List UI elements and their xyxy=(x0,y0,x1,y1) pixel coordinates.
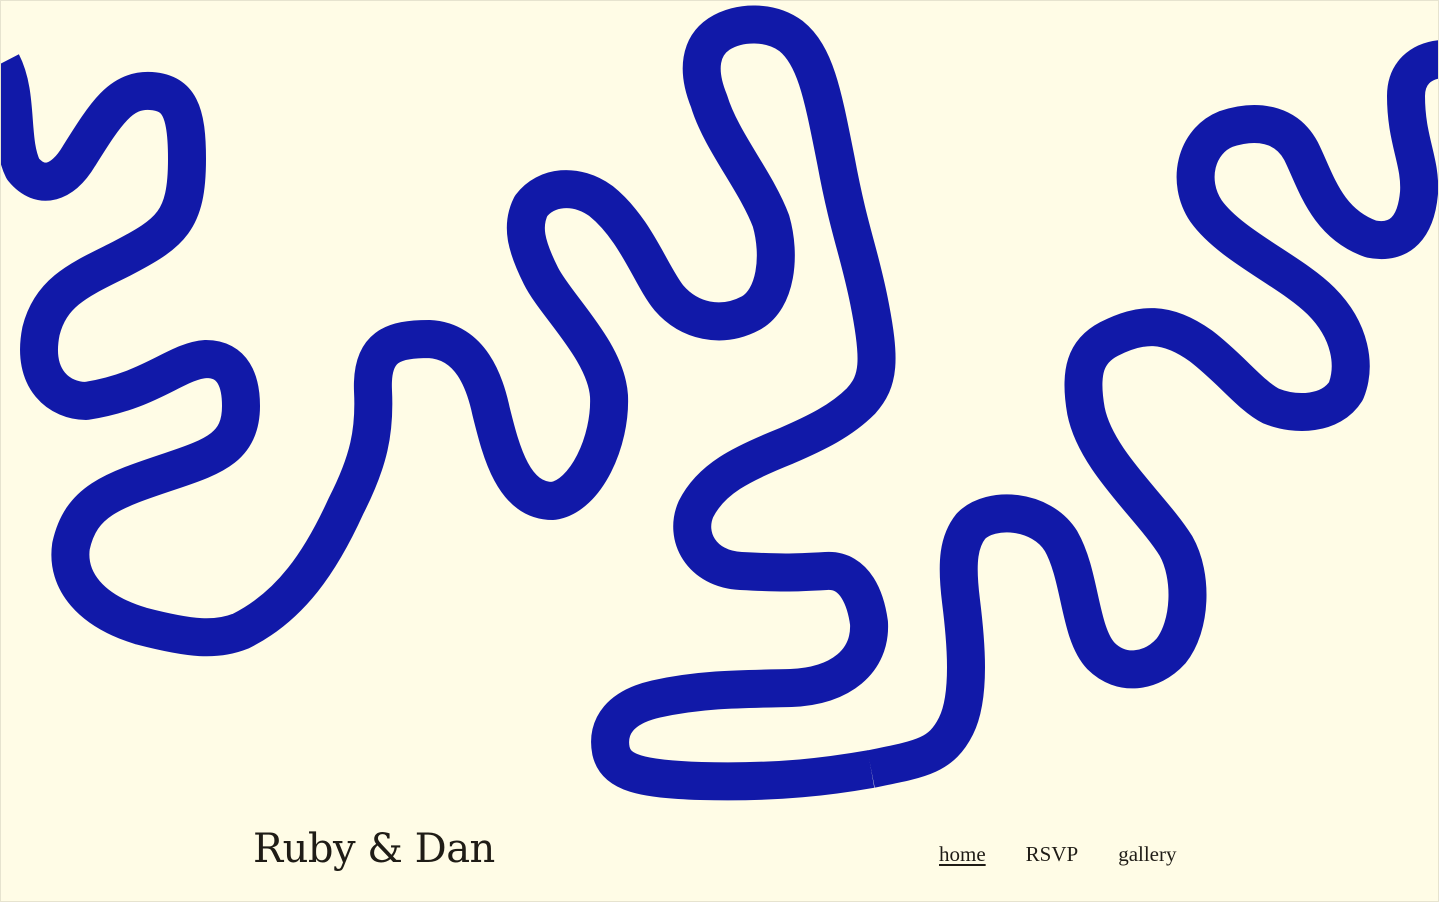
nav-link-rsvp[interactable]: RSVP xyxy=(1026,839,1079,869)
site-title[interactable]: Ruby & Dan xyxy=(253,823,495,875)
squiggle-left xyxy=(1,5,896,801)
squiggle-right xyxy=(867,40,1438,788)
nav-link-gallery[interactable]: gallery xyxy=(1118,839,1176,869)
decorative-squiggles xyxy=(1,5,1438,801)
nav-link-home[interactable]: home xyxy=(939,839,986,869)
page: Ruby & Dan home RSVP gallery xyxy=(0,0,1439,902)
main-nav: home RSVP gallery xyxy=(939,839,1177,869)
